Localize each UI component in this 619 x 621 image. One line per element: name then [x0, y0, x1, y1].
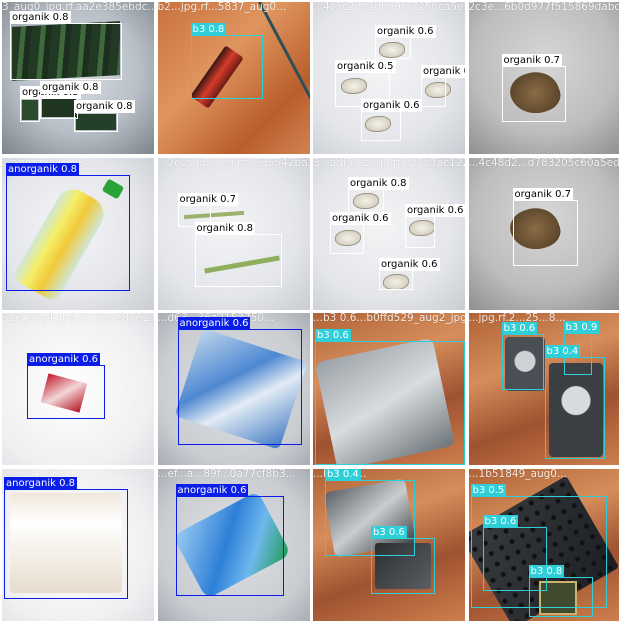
detection-label: organik 0.6: [375, 25, 436, 38]
b3-detection-box: b3 0.8: [191, 35, 263, 99]
detection-label: b3 0.6: [502, 322, 538, 335]
image-filename: ...4c48d2...d783205c60a5ed9: [469, 158, 619, 169]
organik-detection-box: organik 0.8: [74, 112, 118, 132]
organik-detection-box: organik 0.8: [348, 189, 384, 213]
organik-detection-box: organik 0.6: [375, 37, 411, 59]
detection-label: anorganik 0.8: [6, 163, 79, 176]
detection-label: organik 0.7: [502, 54, 563, 67]
detection-label: b3 0.9: [564, 321, 600, 334]
organik-detection-box: organik 0.8: [10, 23, 122, 80]
b3-detection-box: b3 0.4: [545, 357, 605, 459]
detection-label: organik 0.7: [513, 188, 574, 201]
detection-label: organik 0.8: [195, 222, 256, 235]
image-filename: ...1b51849_aug0...: [469, 469, 567, 480]
organik-detection-box: organik 0.8: [195, 234, 282, 287]
organik-detection-box: organik 0.6: [379, 270, 413, 290]
anorganik-detection-box: anorganik 0.6: [176, 496, 284, 596]
image-filename: b2...jpg.rf...5837_aug0...: [158, 2, 287, 13]
tile-plastic-bottle: ...ef...a...89f...0a77cf8b3... anorganik …: [158, 469, 310, 621]
tile-leaves: 3_aug0_jpg.rf.aa2e385ebdc...organik 0.8o…: [2, 2, 154, 154]
detection-label: organik 0.8: [10, 11, 71, 24]
organik-detection-box: organik 0.8: [20, 98, 40, 122]
b3-detection-box: b3 0.8: [529, 577, 593, 617]
tile-battery: b2...jpg.rf...5837_aug0... b3 0.8: [158, 2, 310, 154]
b3-detection-box: b3 0.6: [502, 334, 544, 390]
anorganik-detection-box: anorganik 0.8: [6, 175, 130, 291]
detection-label: organik 0.6: [421, 65, 465, 78]
detection-label: organik 0.6: [361, 99, 422, 112]
detection-label: b3 0.8: [529, 565, 565, 578]
b3-detection-box: b3 0.6: [315, 341, 465, 465]
tile-phone-battery: ...b3 0.6...b0ffd529_aug2_jpg... b3 0.6: [313, 313, 465, 465]
detection-label: b3 0.4: [545, 345, 581, 358]
tile-phone-parts: ...b3 0.4...b3 0.4b3 0.6: [313, 469, 465, 621]
detection-label: b3 0.5: [471, 484, 507, 497]
detection-label: b3 0.6: [483, 515, 519, 528]
anorganik-detection-box: anorganik 0.8: [4, 489, 128, 599]
image-filename: 3...adf5...aug0.rf.023b7ac122...: [313, 158, 465, 169]
detection-label: b3 0.6: [315, 329, 351, 342]
image-filename: 316_aug4_jpg.rf.7837e8781...: [2, 313, 154, 324]
organik-detection-box: organik 0.7: [513, 200, 578, 266]
tile-garlic-cloves: 3...adf5...aug0.rf.023b7ac122... organik …: [313, 158, 465, 310]
detection-label: anorganik 0.8: [4, 477, 77, 490]
anorganik-detection-box: anorganik 0.6: [178, 329, 302, 445]
detection-label: organik 0.8: [74, 100, 135, 113]
organik-detection-box: organik 0.7: [502, 66, 566, 122]
detection-label: anorganik 0.6: [178, 317, 251, 330]
tile-garlic-peels: ...4c5c2de2dbd9f37250ca5e3... organik 0.6…: [313, 2, 465, 154]
detection-label: organik 0.5: [335, 60, 396, 73]
tile-candy-wrapper: 316_aug4_jpg.rf.7837e8781... anorganik 0.…: [2, 313, 154, 465]
detection-label: b3 0.6: [371, 526, 407, 539]
detection-label: anorganik 0.6: [176, 484, 249, 497]
organik-detection-box: organik 0.8: [40, 93, 78, 119]
detection-label: b3 0.8: [191, 23, 227, 36]
tile-dry-leaf: 2c3e...6b0d977f515869dabc organik 0.7: [469, 2, 619, 154]
tile-circuit-board: ...1b51849_aug0... b3 0.5 b3 0.6 b3 0.8: [469, 469, 619, 621]
anorganik-detection-box: anorganik 0.6: [27, 365, 105, 419]
tile-dry-leaf-2: ...4c48d2...d783205c60a5ed9 organik 0.7: [469, 158, 619, 310]
b3-detection-box: b3 0.6: [371, 538, 435, 594]
organik-detection-box: organik 0.6: [361, 111, 401, 141]
detection-label: organik 0.6: [405, 204, 465, 217]
image-filename: 2c3e...6b0d977f515869dabc: [469, 2, 619, 13]
image-filename: ...b3 0.6...b0ffd529_aug2_jpg...: [313, 313, 465, 324]
tile-snack-bag: ...93048d63...anorganik 0.8: [2, 469, 154, 621]
detection-label: organik 0.8: [348, 177, 409, 190]
image-filename: ...ef...a...89f...0a77cf8b3...: [158, 469, 296, 480]
image-filename: ...4c5c2de2dbd9f37250ca5e3...: [313, 2, 465, 13]
organik-detection-box: organik 0.6: [330, 224, 364, 254]
detection-label: anorganik 0.6: [27, 353, 100, 366]
detection-label: organik 0.6: [379, 258, 440, 271]
detection-label: organik 0.6: [330, 212, 391, 225]
tile-bottle: ...anorganik 0.8...anorganik 0.8: [2, 158, 154, 310]
tile-plastic-wrap: ...d63...36a2153750...anorganik 0.6: [158, 313, 310, 465]
organik-detection-box: organik 0.6: [421, 77, 446, 107]
tile-hard-drives: ...jpg.rf.2...25...8...b3 0.6b3 0.9b3 0.…: [469, 313, 619, 465]
organik-detection-box: organik 0.6: [405, 216, 435, 248]
tile-stems: ...2e_aug2_jpg.rf.0335542ba3...organik 0…: [158, 158, 310, 310]
detection-label: organik 0.8: [40, 81, 101, 94]
detection-label: organik 0.7: [178, 193, 239, 206]
image-filename: ...2e_aug2_jpg.rf.0335542ba3...: [158, 158, 310, 169]
detection-mosaic: 3_aug0_jpg.rf.aa2e385ebdc...organik 0.8o…: [0, 0, 619, 619]
detection-label: b3 0.4: [325, 469, 361, 481]
